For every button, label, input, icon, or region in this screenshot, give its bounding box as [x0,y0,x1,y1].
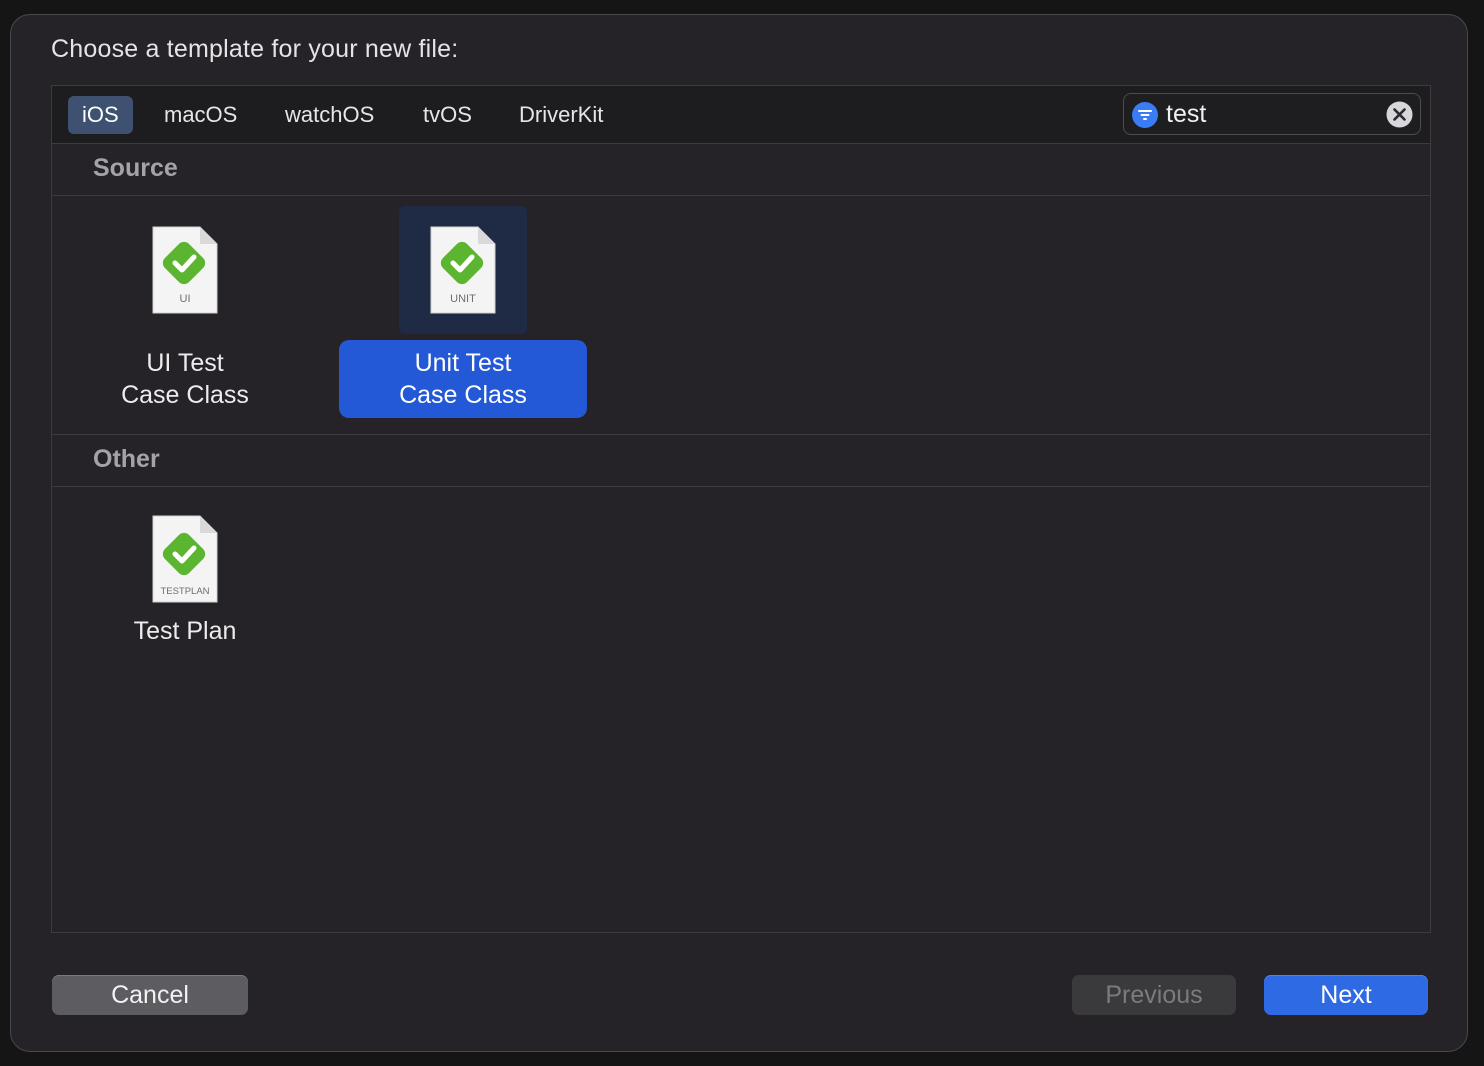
template-unit-test-case-class[interactable]: UNIT Unit Test Case Class [339,206,587,426]
cancel-button[interactable]: Cancel [52,975,248,1015]
file-badge: UNIT [450,293,476,305]
platform-tab-bar: iOS macOS watchOS tvOS DriverKit [52,86,1430,144]
file-badge: TESTPLAN [160,586,209,597]
template-chooser-dialog: Choose a template for your new file: iOS… [10,14,1468,1052]
test-plan-file-icon: TESTPLAN [152,515,218,603]
tab-watchos[interactable]: watchOS [271,96,388,134]
template-label: UI Test Case Class [121,349,249,409]
template-icon-container: TESTPLAN [121,495,249,623]
section-header-source: Source [52,144,1430,196]
template-test-plan[interactable]: TESTPLAN Test Plan [61,495,309,675]
search-input[interactable] [1166,94,1376,134]
tab-ios[interactable]: iOS [68,96,133,134]
tab-tvos[interactable]: tvOS [409,96,486,134]
template-browser: iOS macOS watchOS tvOS DriverKit test So… [51,85,1431,933]
section-title: Other [93,445,160,473]
clear-icon[interactable] [1386,101,1413,128]
previous-button[interactable]: Previous [1072,975,1236,1015]
next-button[interactable]: Next [1264,975,1428,1015]
tab-macos[interactable]: macOS [150,96,251,134]
template-label: Test Plan [133,617,237,645]
dialog-prompt: Choose a template for your new file: [51,35,459,63]
ui-test-file-icon: UI [152,226,218,314]
template-icon-container: UI [121,206,249,334]
section-header-other: Other [52,435,1430,487]
template-label: Unit Test Case Class [339,340,587,418]
unit-test-file-icon: UNIT [430,226,496,314]
tab-driverkit[interactable]: DriverKit [505,96,617,134]
section-title: Source [93,154,178,182]
template-icon-container: UNIT [399,206,527,334]
filter-icon[interactable] [1132,102,1158,128]
template-search-field[interactable] [1123,93,1421,135]
template-ui-test-case-class[interactable]: UI UI Test Case Class [61,206,309,426]
file-badge: UI [180,293,191,305]
